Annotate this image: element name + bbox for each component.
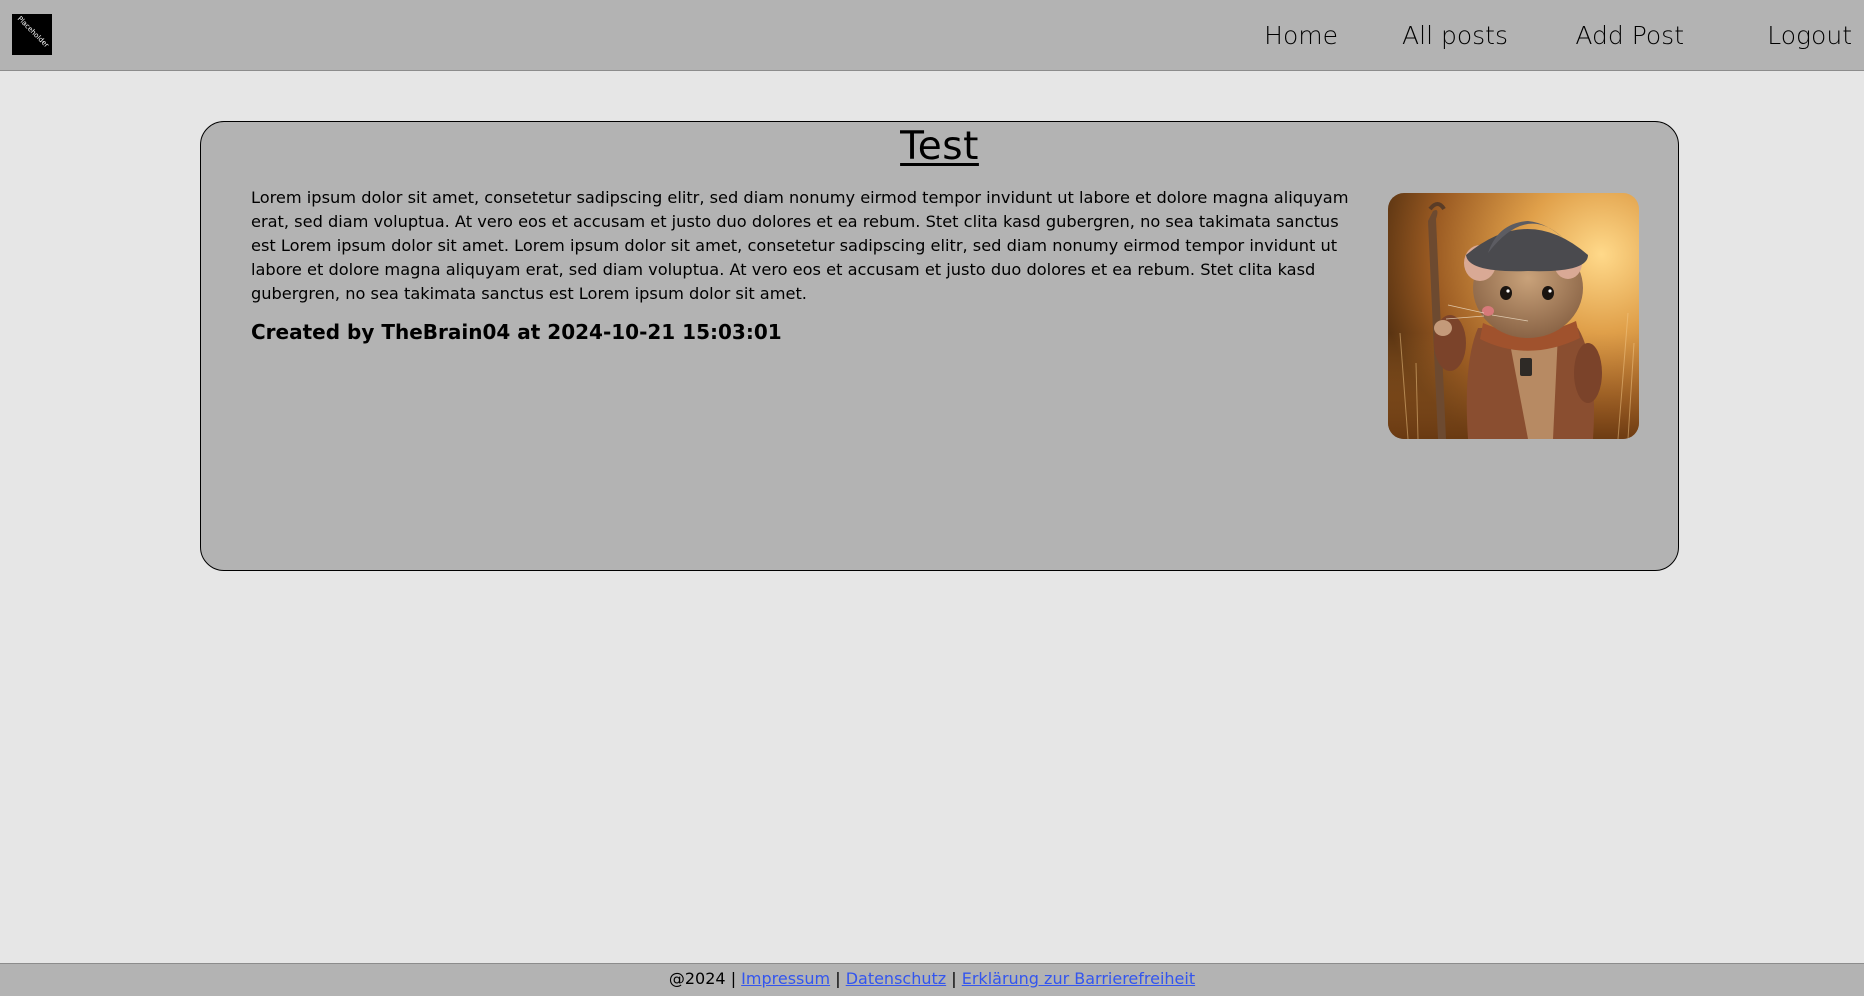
- page-footer: @2024 | Impressum | Datenschutz | Erklär…: [0, 963, 1864, 996]
- nav-link-add-post[interactable]: Add Post: [1575, 21, 1684, 50]
- logo-placeholder-text: Placeholder: [15, 14, 51, 50]
- nav-link-home[interactable]: Home: [1264, 21, 1338, 50]
- footer-copyright: @2024: [668, 969, 726, 988]
- footer-separator: |: [951, 969, 957, 988]
- top-navbar: Placeholder Home All posts Add Post Logo…: [0, 0, 1864, 71]
- post-title: Test: [900, 124, 979, 169]
- footer-link-impressum[interactable]: Impressum: [741, 969, 830, 988]
- site-logo[interactable]: Placeholder: [12, 14, 52, 55]
- footer-link-barrierefreiheit[interactable]: Erklärung zur Barrierefreiheit: [962, 969, 1195, 988]
- footer-separator: |: [835, 969, 841, 988]
- post-body-text: Lorem ipsum dolor sit amet, consetetur s…: [251, 188, 1349, 303]
- nav-link-all-posts[interactable]: All posts: [1402, 21, 1508, 50]
- footer-link-datenschutz[interactable]: Datenschutz: [846, 969, 946, 988]
- nav-link-logout[interactable]: Logout: [1767, 21, 1852, 50]
- post-card: Test Lorem ipsum dolor sit amet, consete…: [200, 121, 1679, 571]
- footer-separator: |: [730, 969, 737, 988]
- post-image: [1388, 193, 1639, 439]
- post-meta: Created by TheBrain04 at 2024-10-21 15:0…: [251, 320, 782, 344]
